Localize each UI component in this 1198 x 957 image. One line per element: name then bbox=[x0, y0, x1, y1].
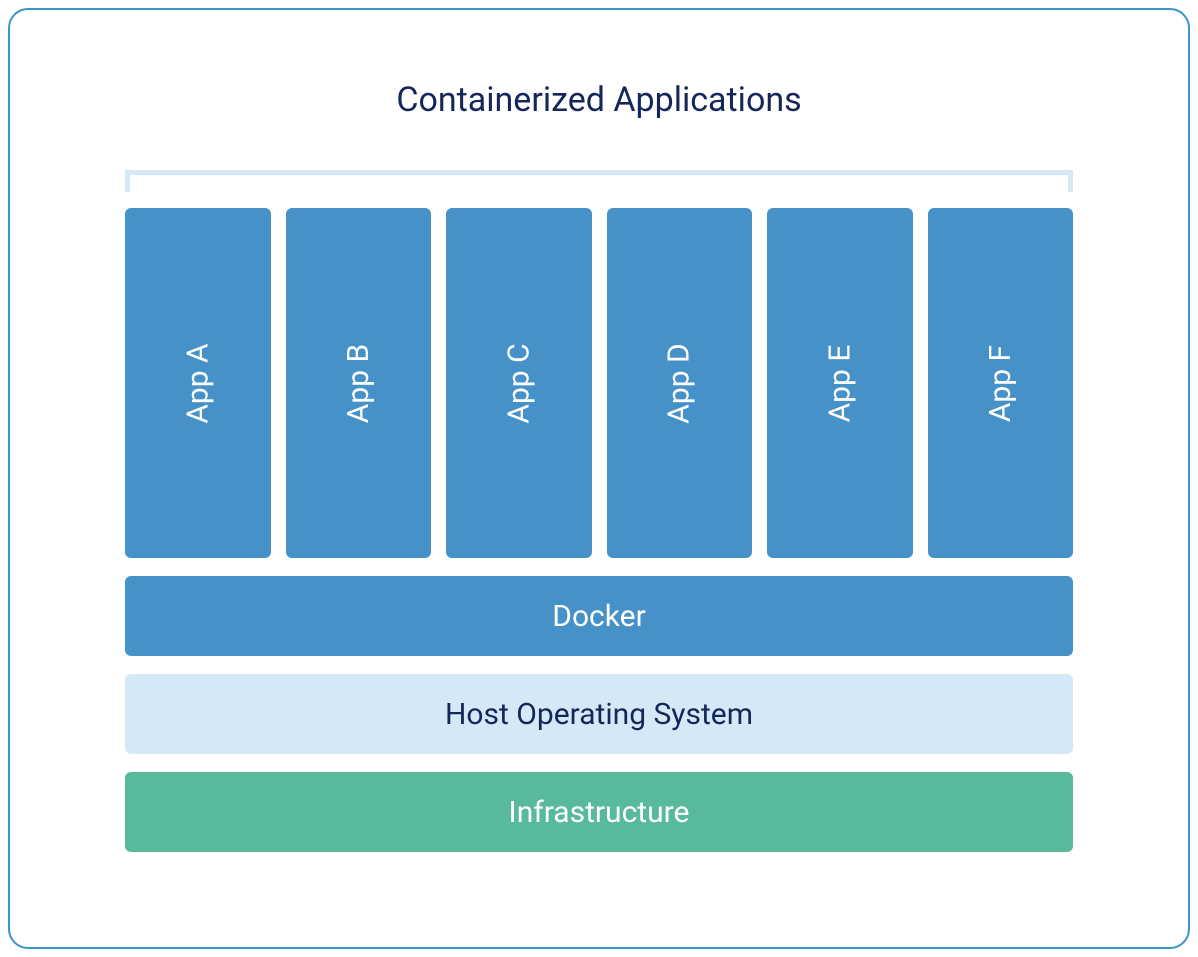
layer-docker: Docker bbox=[125, 576, 1073, 656]
app-box-a: App A bbox=[125, 208, 271, 558]
app-box-d: App D bbox=[607, 208, 753, 558]
layer-label: Infrastructure bbox=[509, 795, 690, 830]
diagram-frame: Containerized Applications App A App B A… bbox=[8, 8, 1190, 949]
app-label: App A bbox=[180, 343, 215, 423]
app-label: App E bbox=[822, 344, 857, 422]
layer-label: Host Operating System bbox=[445, 697, 753, 732]
diagram-title: Containerized Applications bbox=[125, 80, 1073, 120]
layer-infrastructure: Infrastructure bbox=[125, 772, 1073, 852]
app-box-c: App C bbox=[446, 208, 592, 558]
layer-host-os: Host Operating System bbox=[125, 674, 1073, 754]
app-label: App F bbox=[983, 344, 1018, 421]
app-box-e: App E bbox=[767, 208, 913, 558]
app-box-b: App B bbox=[286, 208, 432, 558]
app-label: App B bbox=[341, 343, 376, 422]
apps-row: App A App B App C App D App E App F bbox=[125, 208, 1073, 558]
app-label: App C bbox=[501, 343, 536, 423]
app-label: App D bbox=[662, 343, 697, 423]
app-box-f: App F bbox=[928, 208, 1074, 558]
layer-label: Docker bbox=[552, 599, 646, 634]
grouping-bracket bbox=[125, 170, 1073, 192]
